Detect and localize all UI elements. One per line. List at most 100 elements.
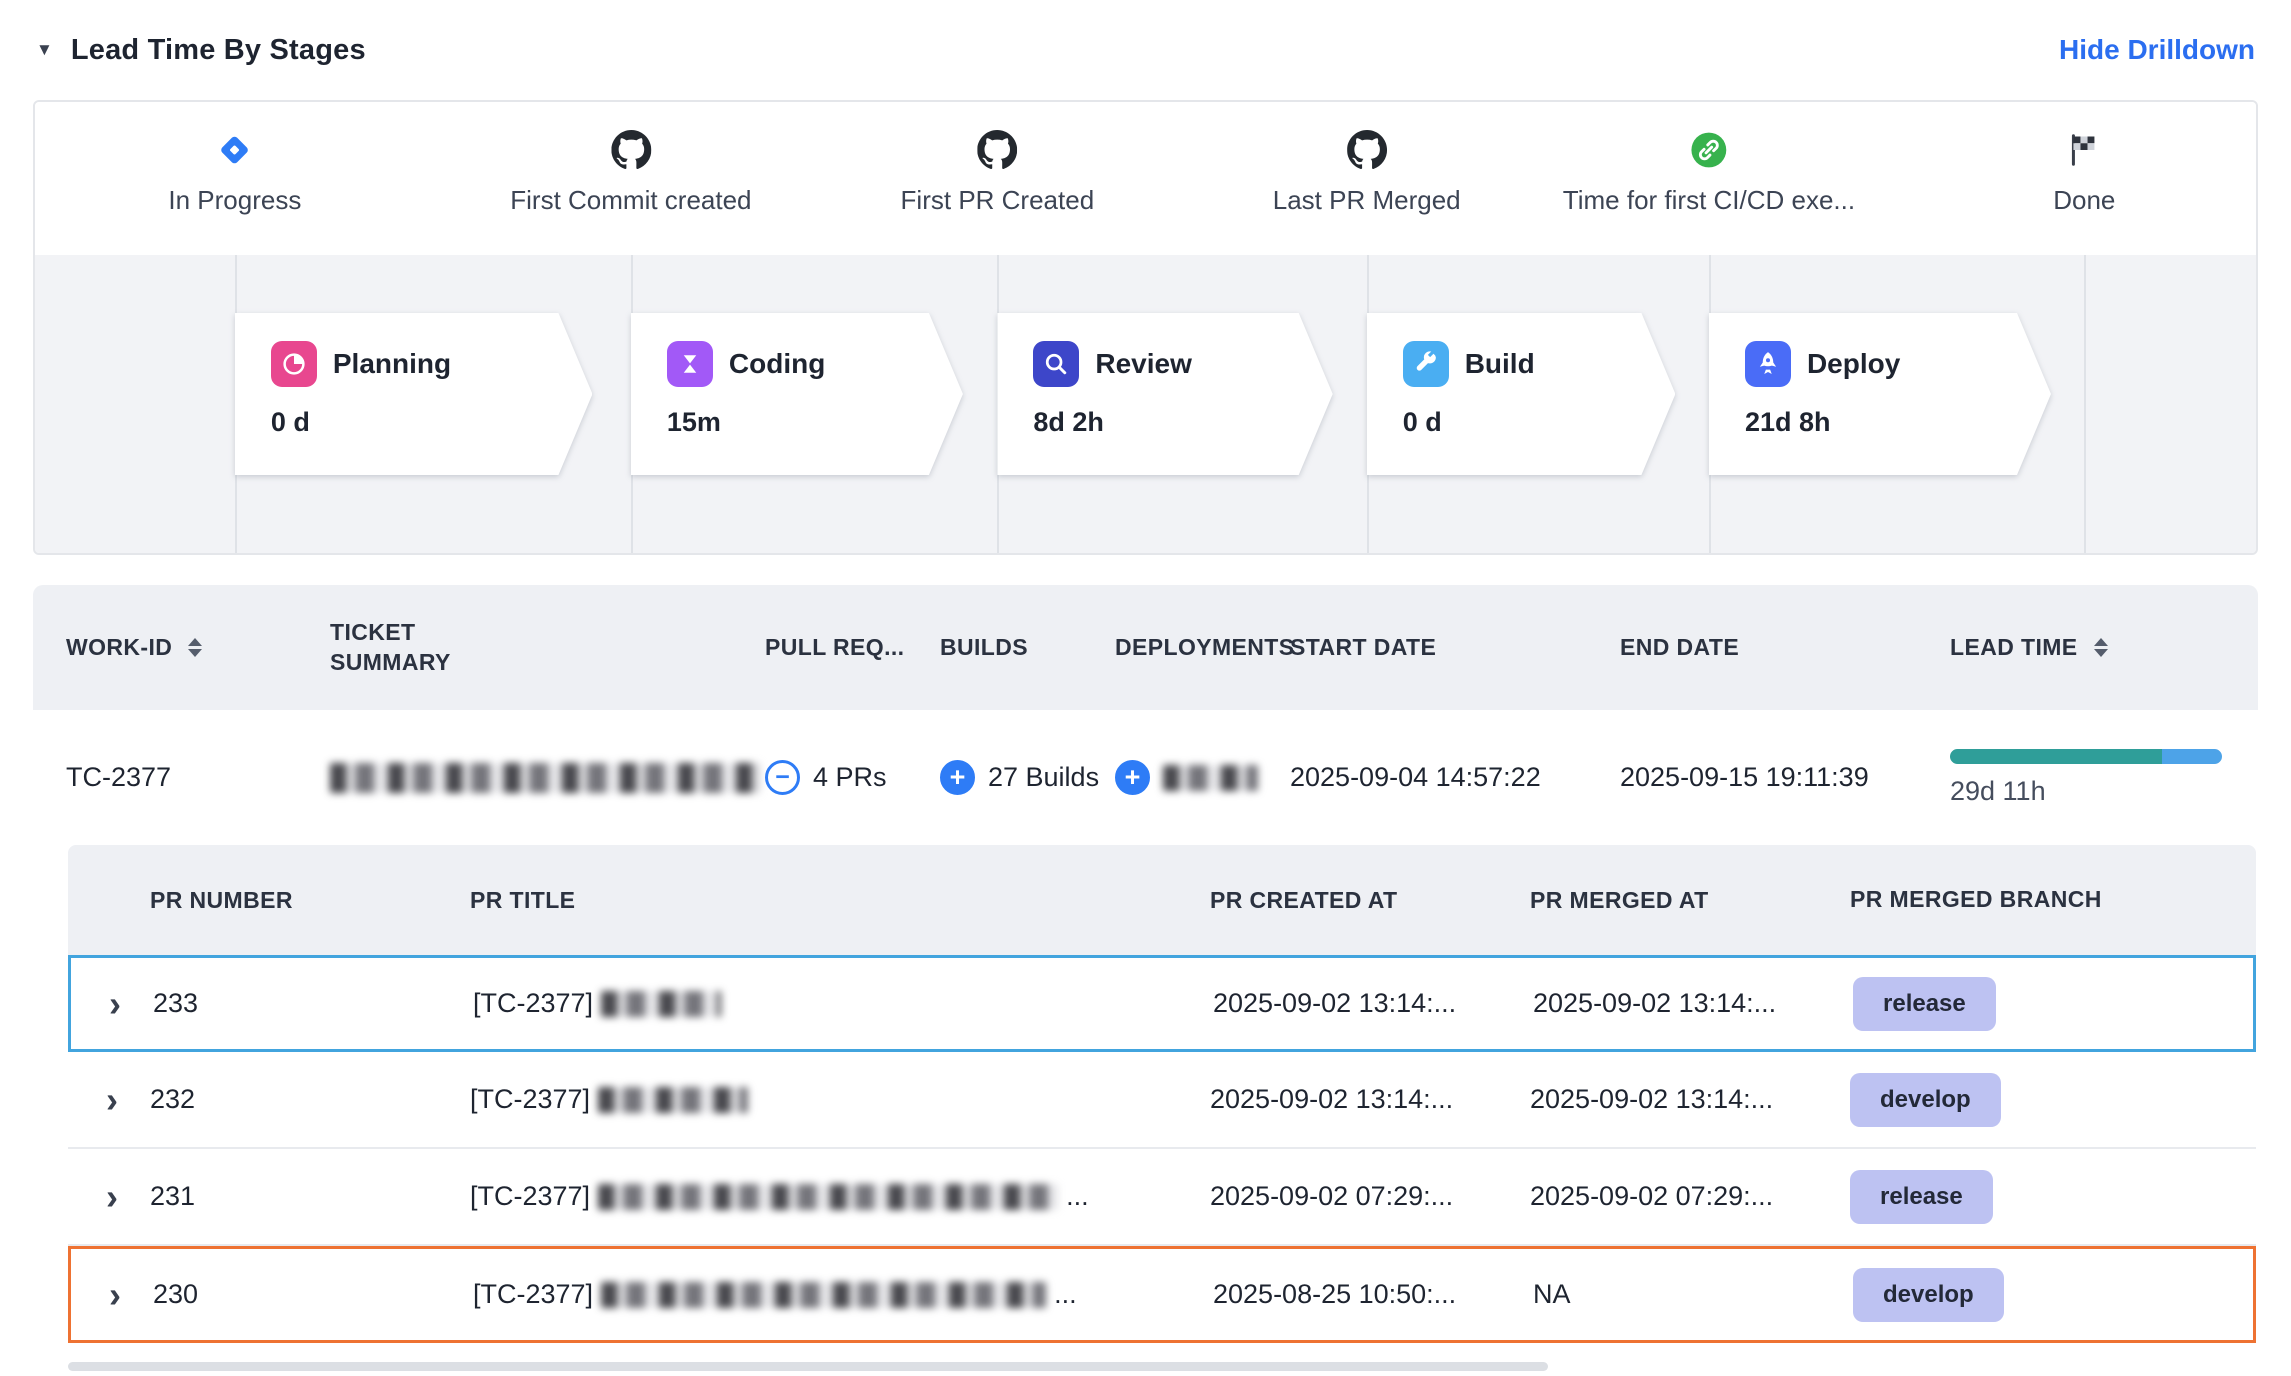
stage-duration: 15m (667, 407, 963, 438)
collapse-triangle-icon[interactable]: ▼ (36, 40, 53, 60)
work-id: TC-2377 (66, 762, 330, 793)
milestone-first-commit: First Commit created (510, 128, 751, 216)
milestone-first-cicd: Time for first CI/CD exe... (1563, 128, 1855, 216)
stage-duration: 8d 2h (1033, 407, 1332, 438)
work-item-row: TC-2377 − 4 PRs + 27 Builds + 2025-09-04… (33, 710, 2258, 845)
expand-deployments-icon[interactable]: + (1115, 760, 1150, 795)
collapse-prs-icon[interactable]: − (765, 760, 800, 795)
planning-pie-icon (271, 341, 317, 387)
pr-number: 233 (153, 988, 473, 1019)
col-pr-created: PR CREATED AT (1210, 887, 1530, 914)
col-start-date: START DATE (1290, 634, 1620, 661)
stage-name: Planning (333, 348, 451, 380)
pr-row-230[interactable]: › 230 [TC-2377] ... 2025-08-25 10:50:...… (68, 1246, 2256, 1343)
ticket-summary-redacted (330, 762, 765, 794)
sort-icon[interactable] (2094, 638, 2108, 657)
build-count: 27 Builds (988, 762, 1099, 793)
pr-number: 232 (150, 1084, 470, 1115)
col-pr-merged: PR MERGED AT (1530, 887, 1850, 914)
pr-title: [TC-2377] (470, 1084, 1210, 1115)
pr-merged-at: 2025-09-02 13:14:... (1530, 1084, 1850, 1115)
in-progress-diamond-icon (217, 128, 253, 172)
pull-requests-cell: − 4 PRs (765, 760, 940, 795)
chevron-right-icon[interactable]: › (71, 1277, 153, 1313)
pr-title: [TC-2377] (473, 988, 1213, 1019)
horizontal-scrollbar[interactable] (68, 1362, 1548, 1371)
stage-name: Deploy (1807, 348, 1900, 380)
start-date: 2025-09-04 14:57:22 (1290, 762, 1620, 793)
col-pr-title: PR TITLE (470, 887, 1210, 914)
deployments-cell: + (1115, 760, 1290, 795)
col-work-id: WORK-ID (66, 634, 330, 661)
chevron-right-icon[interactable]: › (68, 1179, 150, 1215)
milestone-label: Last PR Merged (1273, 185, 1461, 216)
col-pr-number: PR NUMBER (150, 887, 470, 914)
branch-badge: release (1853, 977, 1996, 1031)
stage-duration: 0 d (271, 407, 593, 438)
pr-row-232[interactable]: › 232 [TC-2377] 2025-09-02 13:14:... 202… (68, 1052, 2256, 1149)
lead-time-value: 29d 11h (1950, 776, 2258, 807)
col-pr-branch: PR MERGED BRANCH (1850, 885, 2256, 915)
chevron-right-icon[interactable]: › (68, 1082, 150, 1118)
builds-cell: + 27 Builds (940, 760, 1115, 795)
pr-title: [TC-2377] ... (470, 1181, 1210, 1212)
end-date: 2025-09-15 19:11:39 (1620, 762, 1950, 793)
github-icon (1347, 128, 1387, 172)
stage-name: Review (1095, 348, 1192, 380)
pr-row-233[interactable]: › 233 [TC-2377] 2025-09-02 13:14:... 202… (68, 955, 2256, 1052)
wrench-icon (1403, 341, 1449, 387)
col-pull-requests: PULL REQ... (765, 634, 940, 661)
milestone-last-pr-merged: Last PR Merged (1273, 128, 1461, 216)
magnifier-icon (1033, 341, 1079, 387)
milestone-done: Done (2053, 128, 2115, 216)
pr-created-at: 2025-09-02 13:14:... (1210, 1084, 1530, 1115)
hourglass-icon (667, 341, 713, 387)
milestone-label: Time for first CI/CD exe... (1563, 185, 1855, 216)
stage-planning: Planning 0 d (235, 313, 593, 475)
stage-deploy: Deploy 21d 8h (1709, 313, 2051, 475)
milestone-in-progress: In Progress (168, 128, 301, 216)
chevron-right-icon[interactable]: › (71, 986, 153, 1022)
milestone-row: In Progress First Commit created First P… (35, 102, 2256, 255)
pr-created-at: 2025-08-25 10:50:... (1213, 1279, 1533, 1310)
work-table-header: WORK-ID TICKET SUMMARY PULL REQ... BUILD… (33, 585, 2258, 710)
expand-builds-icon[interactable]: + (940, 760, 975, 795)
pr-merged-at: 2025-09-02 07:29:... (1530, 1181, 1850, 1212)
branch-badge: develop (1853, 1268, 2004, 1322)
branch-badge: develop (1850, 1073, 2001, 1127)
pr-table-header: PR NUMBER PR TITLE PR CREATED AT PR MERG… (68, 845, 2256, 955)
milestone-label: Done (2053, 185, 2115, 216)
pr-title: [TC-2377] ... (473, 1279, 1213, 1310)
sort-icon[interactable] (188, 638, 202, 657)
stage-duration: 21d 8h (1745, 407, 2051, 438)
pr-table: PR NUMBER PR TITLE PR CREATED AT PR MERG… (68, 845, 2256, 1343)
github-icon (611, 128, 651, 172)
pr-number: 231 (150, 1181, 470, 1212)
col-builds: BUILDS (940, 634, 1115, 661)
hide-drilldown-link[interactable]: Hide Drilldown (2059, 34, 2255, 66)
col-end-date: END DATE (1620, 634, 1950, 661)
checkered-flag-icon (2066, 128, 2102, 172)
stage-review: Review 8d 2h (997, 313, 1332, 475)
milestone-first-pr: First PR Created (901, 128, 1095, 216)
stage-duration: 0 d (1403, 407, 1676, 438)
stage-lane: Planning 0 d Coding 15m (35, 255, 2256, 553)
milestone-label: First PR Created (901, 185, 1095, 216)
pr-branch-cell: develop (1853, 1268, 2253, 1322)
pr-created-at: 2025-09-02 07:29:... (1210, 1181, 1530, 1212)
pr-merged-at: 2025-09-02 13:14:... (1533, 988, 1853, 1019)
stage-name: Build (1465, 348, 1535, 380)
cicd-link-icon (1690, 128, 1728, 172)
pr-row-231[interactable]: › 231 [TC-2377] ... 2025-09-02 07:29:...… (68, 1149, 2256, 1246)
lane-divider (2084, 255, 2086, 553)
milestone-label: In Progress (168, 185, 301, 216)
stage-build: Build 0 d (1367, 313, 1676, 475)
col-ticket-summary: TICKET SUMMARY (330, 618, 765, 678)
col-lead-time: LEAD TIME (1950, 634, 2258, 661)
pr-count: 4 PRs (813, 762, 887, 793)
section-header: ▼ Lead Time By Stages Hide Drilldown (36, 0, 2255, 100)
pr-branch-cell: develop (1850, 1073, 2256, 1127)
rocket-icon (1745, 341, 1791, 387)
pr-branch-cell: release (1853, 977, 2253, 1031)
page-title: Lead Time By Stages (71, 34, 366, 67)
